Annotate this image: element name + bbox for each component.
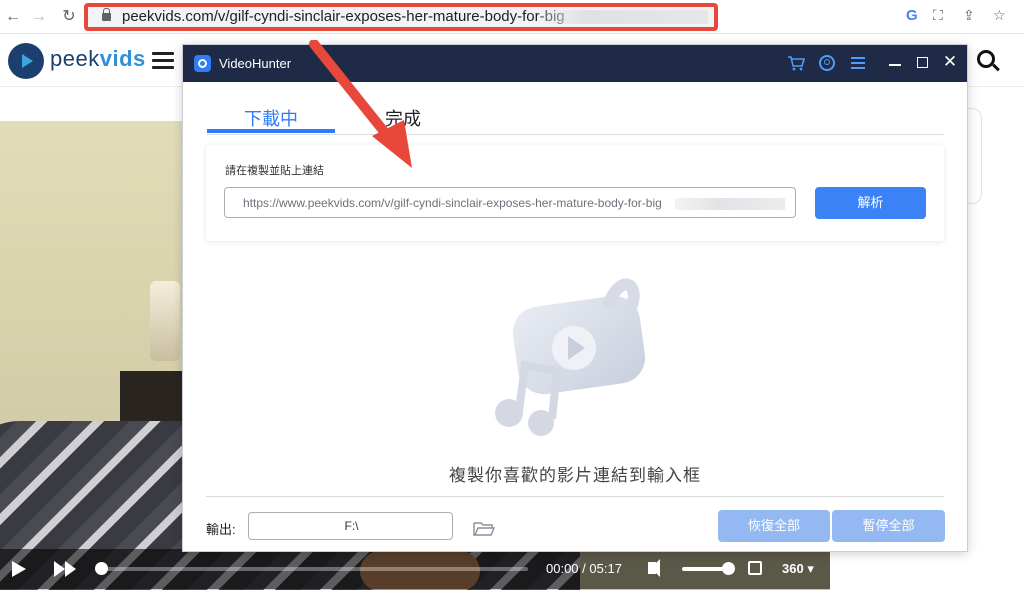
seek-bar[interactable]: [100, 567, 528, 571]
parse-button[interactable]: 解析: [815, 187, 926, 219]
bookmark-star-icon[interactable]: ☆: [993, 7, 1006, 24]
url-input-value: https://www.peekvids.com/v/gilf-cyndi-si…: [243, 196, 662, 210]
account-icon[interactable]: [819, 55, 835, 71]
volume-icon[interactable]: [648, 559, 660, 577]
lock-icon: [102, 8, 111, 21]
forward-arrow-icon[interactable]: →: [28, 6, 50, 28]
blurred-url-region: [675, 198, 785, 210]
site-logo[interactable]: peekvids: [50, 46, 146, 72]
logo-prefix: peek: [50, 46, 100, 71]
videohunter-logo-icon: [194, 55, 211, 72]
back-arrow-icon[interactable]: ←: [2, 6, 24, 28]
output-path-value: F:\: [344, 519, 359, 533]
video-controls: 00:00 / 05:17 360 ▾: [0, 549, 830, 589]
logo-suffix: vids: [99, 46, 146, 71]
window-title: VideoHunter: [219, 56, 292, 71]
play-icon[interactable]: [12, 561, 26, 577]
browser-toolbar: ← → ↻ peekvids.com/v/gilf-cyndi-sinclair…: [0, 0, 1024, 34]
current-time: 00:00: [546, 561, 579, 576]
annotation-arrow-icon: [309, 40, 412, 168]
close-icon[interactable]: ✕: [941, 53, 959, 71]
footer-divider: [206, 496, 944, 497]
pause-all-button[interactable]: 暫停全部: [832, 510, 945, 542]
quality-value: 360: [782, 561, 804, 576]
site-search-icon[interactable]: [977, 50, 995, 68]
blurred-url-region: [538, 10, 708, 24]
maximize-icon[interactable]: [917, 57, 928, 68]
sidebar-card: [968, 108, 982, 204]
output-path-field[interactable]: F:\: [248, 512, 453, 540]
duration: 05:17: [589, 561, 622, 576]
menu-icon[interactable]: [851, 57, 865, 69]
video-frame-lamp: [150, 281, 180, 361]
empty-state-illustration: [495, 278, 646, 436]
quality-selector[interactable]: 360 ▾: [782, 561, 814, 577]
address-url[interactable]: peekvids.com/v/gilf-cyndi-sinclair-expos…: [122, 8, 565, 25]
fullscreen-icon[interactable]: [748, 561, 762, 575]
address-bar[interactable]: peekvids.com/v/gilf-cyndi-sinclair-expos…: [84, 3, 718, 31]
empty-state-message: 複製你喜歡的影片連結到輸入框: [449, 466, 701, 485]
url-input[interactable]: https://www.peekvids.com/v/gilf-cyndi-si…: [224, 187, 796, 218]
reload-icon[interactable]: ↻: [58, 6, 80, 28]
seek-handle[interactable]: [95, 562, 108, 575]
folder-open-icon[interactable]: [473, 521, 495, 536]
minimize-icon[interactable]: [889, 64, 901, 66]
site-menu-icon[interactable]: [152, 52, 174, 70]
google-icon[interactable]: G: [906, 7, 918, 24]
fast-forward-icon[interactable]: [54, 561, 80, 577]
output-label: 輸出:: [206, 522, 236, 537]
cart-icon[interactable]: [787, 54, 805, 72]
volume-handle[interactable]: [722, 562, 735, 575]
time-separator: /: [582, 561, 586, 576]
resume-all-button[interactable]: 恢復全部: [718, 510, 830, 542]
time-display: 00:00 / 05:17: [546, 561, 622, 576]
site-logo-icon[interactable]: [8, 43, 44, 79]
share-icon[interactable]: ⇪: [963, 7, 975, 24]
translate-icon[interactable]: ⛶: [933, 7, 943, 24]
